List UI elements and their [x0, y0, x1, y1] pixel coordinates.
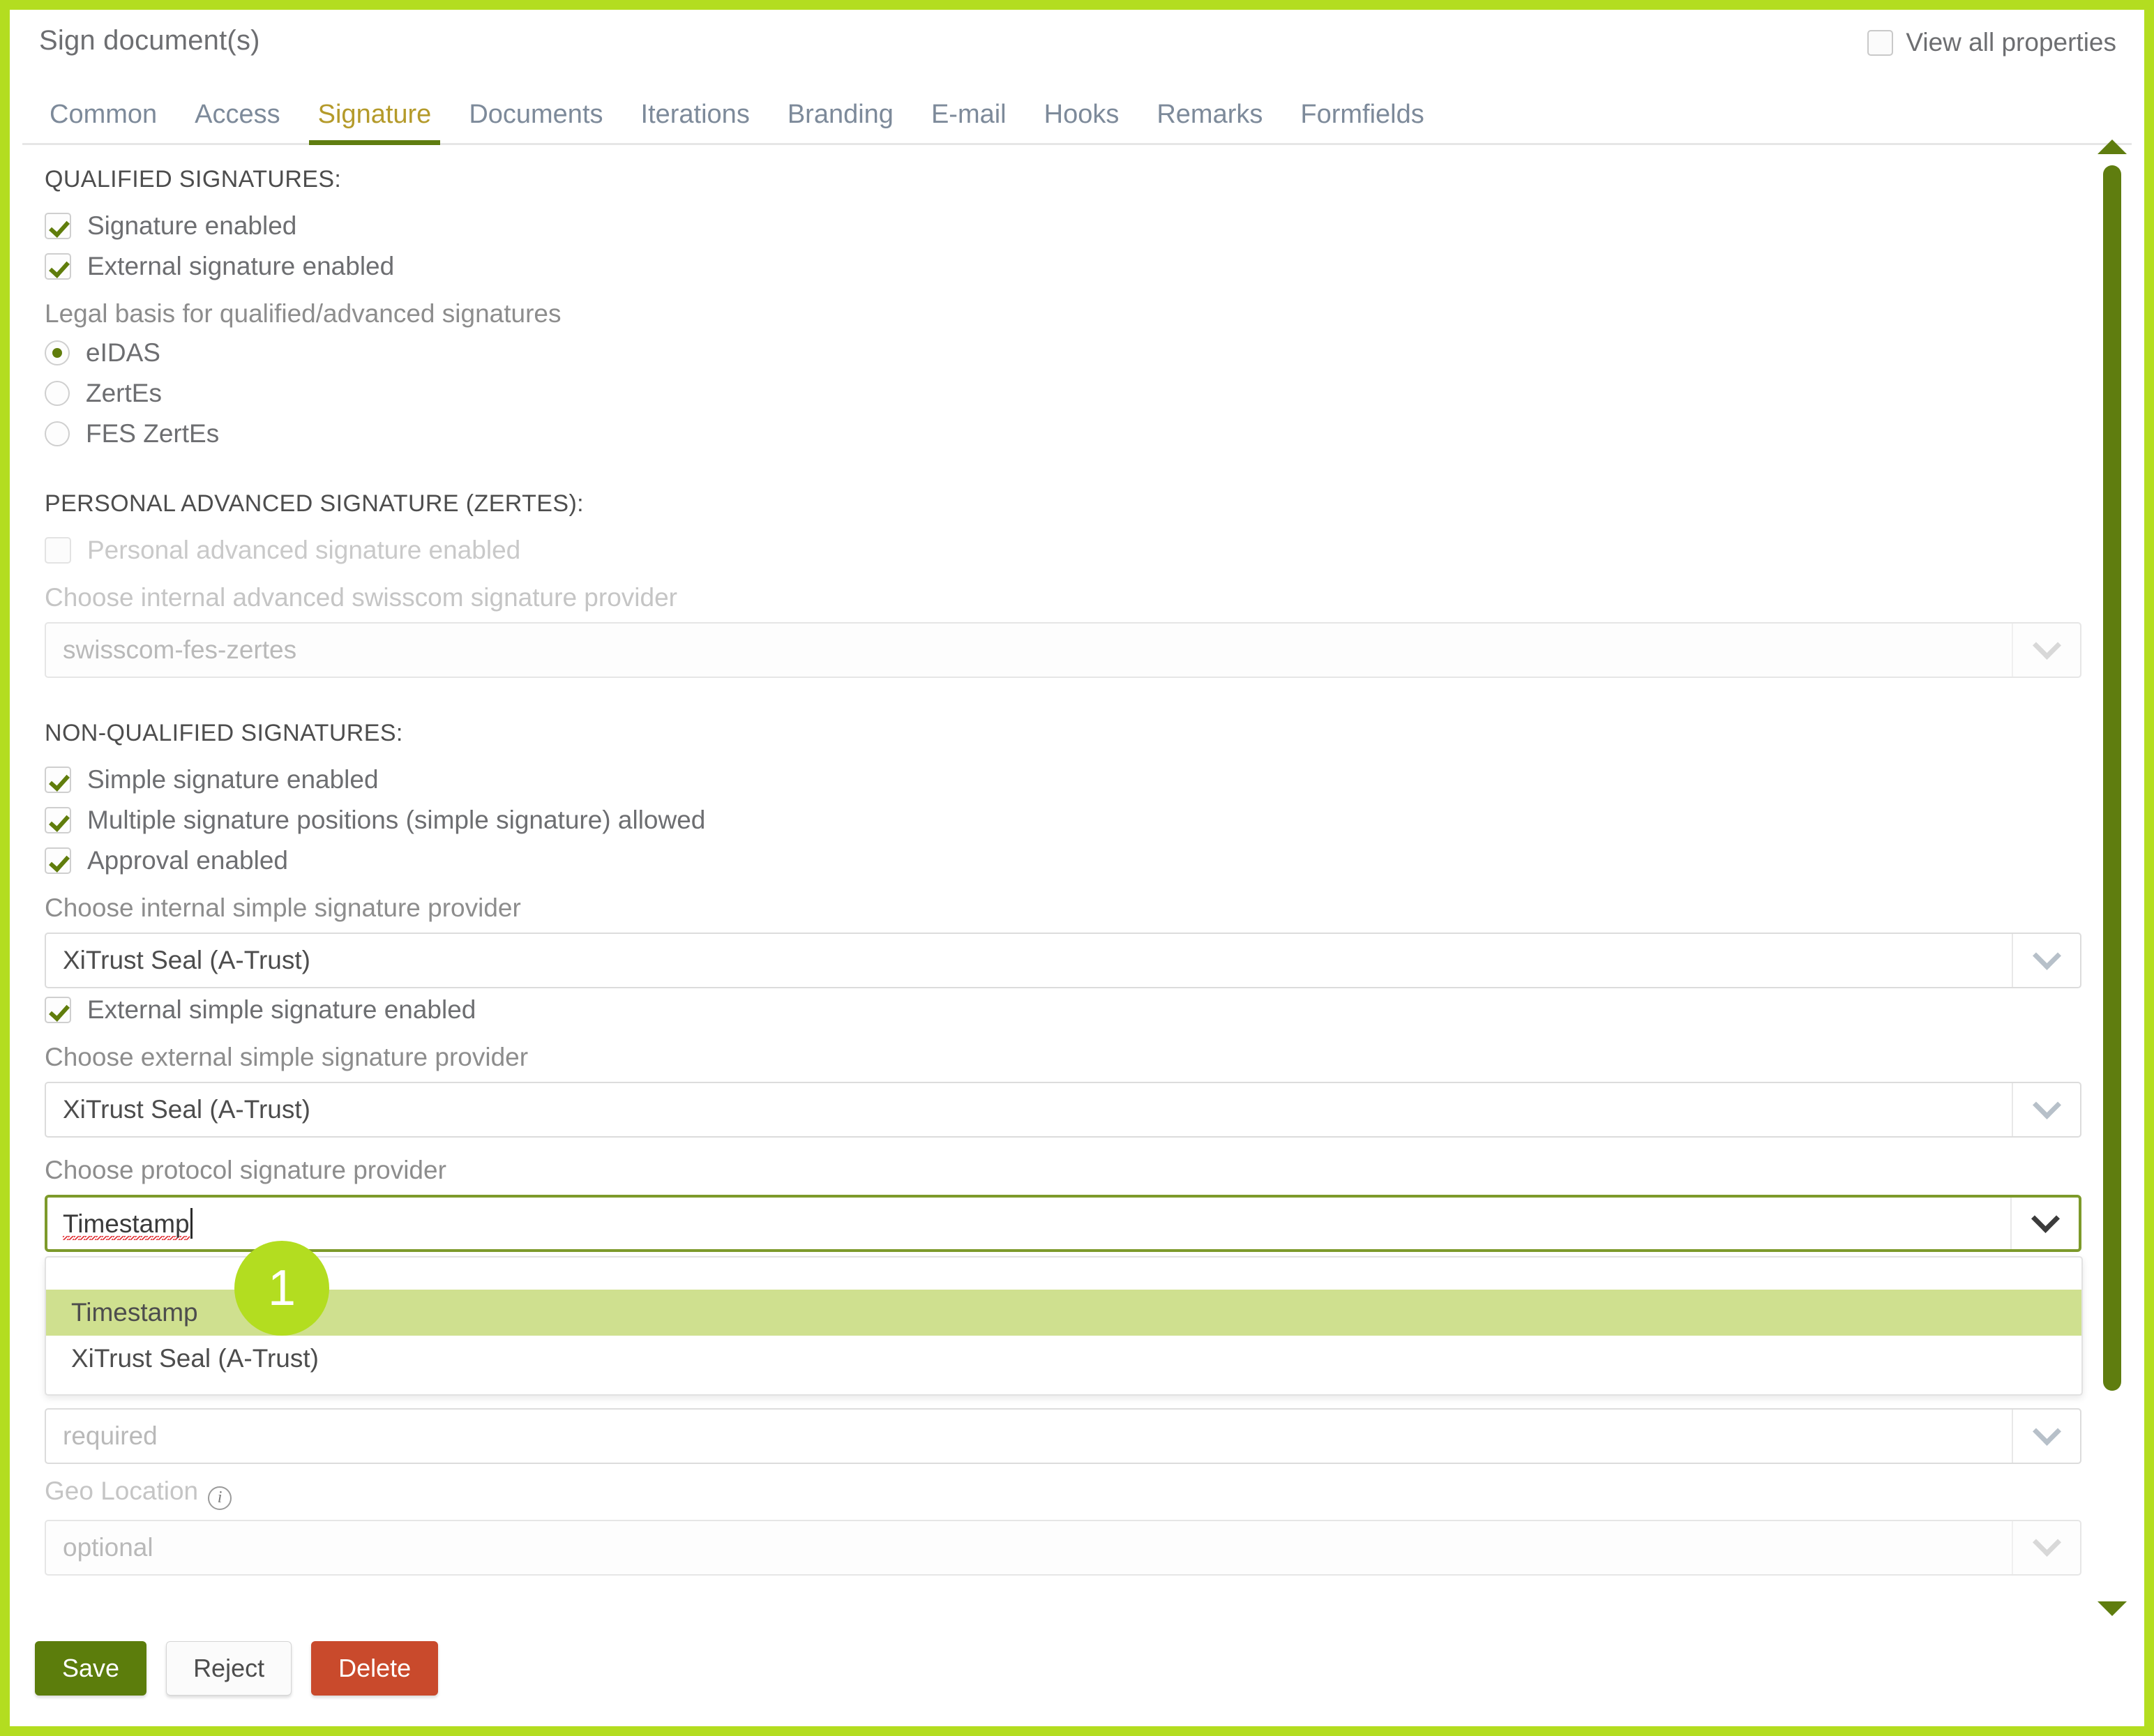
multiple-positions-row[interactable]: Multiple signature positions (simple sig… [45, 806, 2144, 835]
tab-bar: Common Access Signature Documents Iterat… [10, 88, 2144, 145]
internal-advanced-provider-label: Choose internal advanced swisscom signat… [45, 583, 677, 612]
radio-fes-zertes-label: FES ZertEs [86, 419, 220, 448]
save-button[interactable]: Save [35, 1641, 147, 1696]
signature-settings-panel: QUALIFIED SIGNATURES: Signature enabled … [10, 145, 2144, 1576]
simple-signature-enabled-row[interactable]: Simple signature enabled [45, 765, 2144, 794]
personal-advanced-enabled-row: Personal advanced signature enabled [45, 536, 2144, 565]
chevron-down-icon [2012, 624, 2080, 677]
radio-row-eidas[interactable]: eIDAS [45, 338, 2144, 368]
vertical-scrollbar[interactable] [2091, 139, 2133, 1616]
required-select[interactable]: required [45, 1408, 2081, 1464]
radio-zertes[interactable] [45, 381, 70, 406]
view-all-properties-label: View all properties [1906, 28, 2116, 56]
external-simple-enabled-checkbox[interactable] [45, 997, 71, 1023]
protocol-provider-input[interactable]: Timestamp [47, 1208, 2010, 1240]
approval-enabled-label: Approval enabled [87, 846, 288, 875]
tab-remarks[interactable]: Remarks [1138, 100, 1281, 145]
page-title: Sign document(s) [39, 25, 260, 56]
tab-email[interactable]: E-mail [912, 100, 1025, 145]
window-header: Sign document(s) View all properties [10, 10, 2144, 88]
personal-advanced-enabled-label: Personal advanced signature enabled [87, 536, 521, 564]
tab-common[interactable]: Common [31, 100, 176, 145]
text-cursor [190, 1208, 193, 1239]
info-icon[interactable]: i [208, 1486, 232, 1510]
signature-enabled-row[interactable]: Signature enabled [45, 211, 2144, 241]
simple-signature-enabled-label: Simple signature enabled [87, 765, 379, 794]
view-all-properties-checkbox[interactable] [1867, 29, 1894, 56]
geo-location-select-value: optional [63, 1532, 153, 1562]
action-bar: Save Reject Delete [10, 1626, 2144, 1716]
scroll-up-arrow-icon[interactable] [2097, 139, 2127, 154]
external-signature-enabled-checkbox[interactable] [45, 253, 71, 280]
tab-hooks[interactable]: Hooks [1025, 100, 1138, 145]
tab-signature[interactable]: Signature [299, 100, 451, 145]
simple-signature-enabled-checkbox[interactable] [45, 767, 71, 793]
scroll-down-arrow-icon[interactable] [2097, 1601, 2127, 1616]
multiple-positions-label: Multiple signature positions (simple sig… [87, 806, 706, 834]
protocol-provider-dropdown[interactable]: Timestamp XiTrust Seal (A-Trust) [45, 1256, 2083, 1396]
radio-row-zertes[interactable]: ZertEs [45, 379, 2144, 408]
step-badge-1: 1 [234, 1241, 329, 1336]
dropdown-option-timestamp[interactable]: Timestamp [46, 1290, 2081, 1336]
qualified-signatures-heading: QUALIFIED SIGNATURES: [45, 166, 342, 193]
chevron-down-icon[interactable] [2012, 1410, 2080, 1463]
scrollbar-track[interactable] [2103, 165, 2121, 1590]
radio-row-fes-zertes[interactable]: FES ZertEs [45, 419, 2144, 448]
chevron-down-icon[interactable] [2012, 934, 2080, 987]
external-simple-provider-value: XiTrust Seal (A-Trust) [63, 1095, 310, 1124]
signature-enabled-checkbox[interactable] [45, 213, 71, 239]
chevron-down-icon[interactable] [2012, 1520, 2080, 1574]
external-signature-enabled-label: External signature enabled [87, 252, 395, 280]
radio-fes-zertes[interactable] [45, 421, 70, 446]
tab-formfields[interactable]: Formfields [1281, 100, 1443, 145]
tab-branding[interactable]: Branding [769, 100, 912, 145]
approval-enabled-row[interactable]: Approval enabled [45, 846, 2144, 875]
geo-location-select[interactable]: optional [45, 1519, 2081, 1576]
approval-enabled-checkbox[interactable] [45, 847, 71, 874]
external-simple-enabled-row[interactable]: External simple signature enabled [45, 995, 2144, 1025]
external-simple-enabled-label: External simple signature enabled [87, 995, 476, 1024]
view-all-properties-toggle[interactable]: View all properties [1867, 28, 2116, 57]
radio-zertes-label: ZertEs [86, 379, 162, 407]
internal-advanced-provider-select: swisscom-fes-zertes [45, 622, 2081, 678]
tab-iterations[interactable]: Iterations [622, 100, 769, 145]
radio-eidas-label: eIDAS [86, 338, 160, 367]
scrollbar-thumb[interactable] [2103, 165, 2121, 1391]
internal-simple-provider-select[interactable]: XiTrust Seal (A-Trust) [45, 933, 2081, 988]
protocol-provider-combobox[interactable]: Timestamp [45, 1195, 2081, 1252]
geo-location-label: Geo Location i [45, 1477, 2144, 1510]
dropdown-option-xitrust-seal[interactable]: XiTrust Seal (A-Trust) [46, 1336, 2081, 1382]
required-select-value: required [63, 1421, 158, 1450]
internal-advanced-provider-value: swisscom-fes-zertes [63, 635, 297, 664]
protocol-provider-label: Choose protocol signature provider [45, 1156, 446, 1184]
reject-button[interactable]: Reject [166, 1641, 292, 1696]
geo-location-label-text: Geo Location [45, 1477, 199, 1505]
radio-eidas[interactable] [45, 340, 70, 365]
multiple-positions-checkbox[interactable] [45, 807, 71, 833]
personal-advanced-enabled-checkbox [45, 537, 71, 564]
delete-button[interactable]: Delete [311, 1641, 439, 1696]
chevron-down-icon[interactable] [2010, 1198, 2079, 1249]
tab-documents[interactable]: Documents [450, 100, 622, 145]
protocol-provider-input-text: Timestamp [63, 1209, 190, 1240]
tab-access[interactable]: Access [176, 100, 299, 145]
external-simple-provider-select[interactable]: XiTrust Seal (A-Trust) [45, 1082, 2081, 1138]
signature-enabled-label: Signature enabled [87, 211, 297, 240]
chevron-down-icon[interactable] [2012, 1083, 2080, 1136]
external-signature-enabled-row[interactable]: External signature enabled [45, 252, 2144, 281]
internal-simple-provider-value: XiTrust Seal (A-Trust) [63, 946, 310, 974]
external-simple-provider-label: Choose external simple signature provide… [45, 1043, 529, 1071]
legal-basis-label: Legal basis for qualified/advanced signa… [45, 299, 562, 328]
personal-advanced-signature-heading: PERSONAL ADVANCED SIGNATURE (ZERTES): [45, 490, 585, 517]
sign-documents-window: Sign document(s) View all properties Com… [0, 0, 2154, 1736]
internal-simple-provider-label: Choose internal simple signature provide… [45, 893, 521, 922]
non-qualified-signatures-heading: NON-QUALIFIED SIGNATURES: [45, 720, 403, 746]
